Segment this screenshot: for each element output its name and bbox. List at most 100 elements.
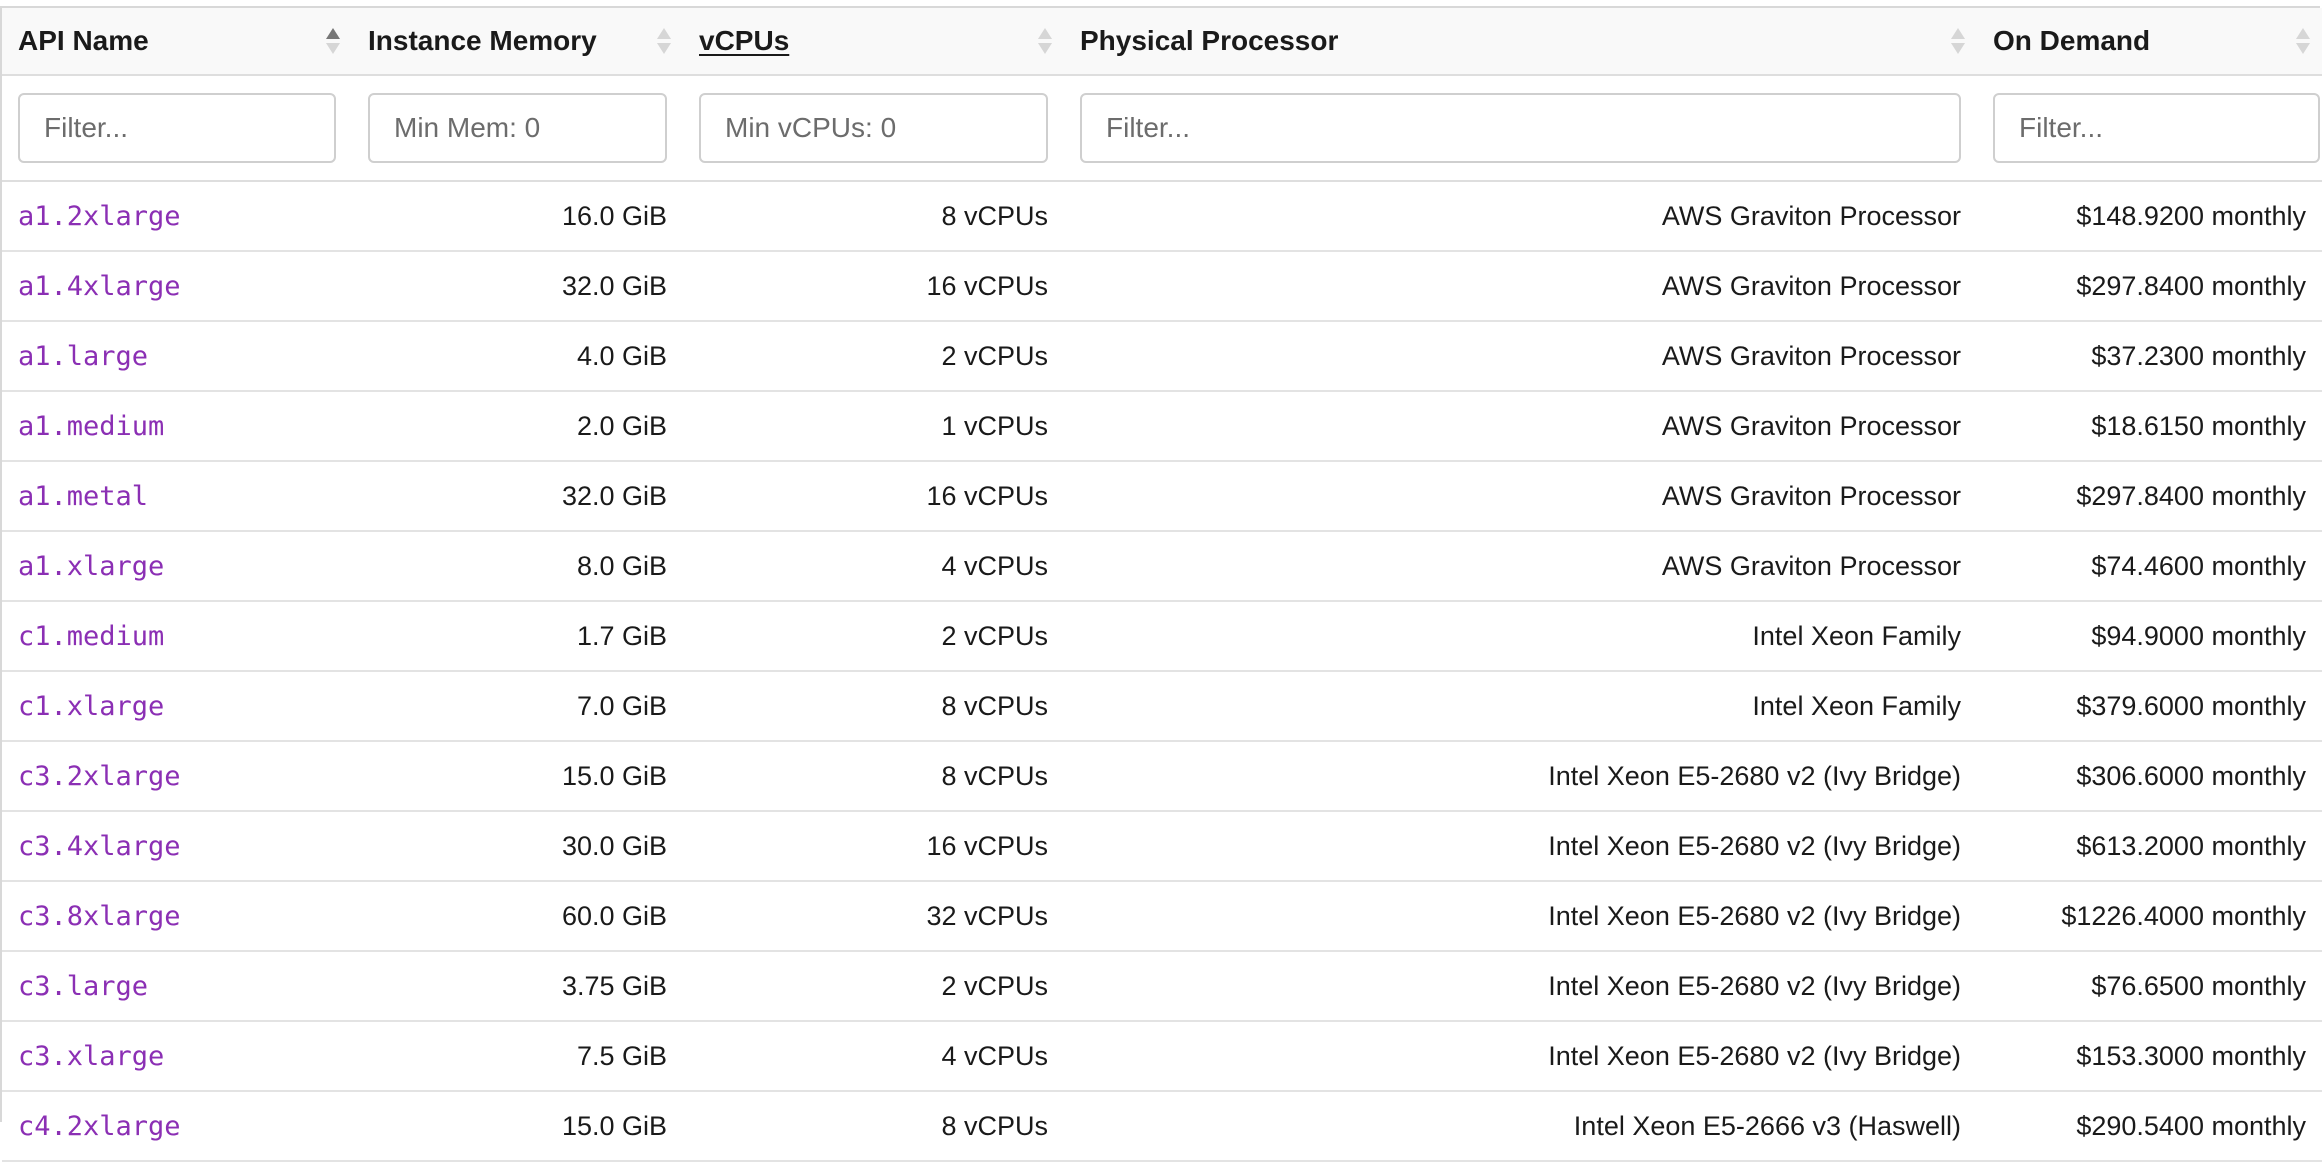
processor-filter-input[interactable] <box>1080 93 1961 163</box>
table-row[interactable]: c1.medium 1.7 GiB 2 vCPUs Intel Xeon Family… <box>2 601 2322 672</box>
processor-cell: Intel Xeon E5-2680 v2 (Ivy Bridge) <box>1064 881 1977 952</box>
column-header-on-demand[interactable]: On Demand <box>1977 8 2322 76</box>
memory-cell: 4.0 GiB <box>352 321 683 392</box>
api-name-cell: a1.large <box>2 321 352 392</box>
api-name-filter-input[interactable] <box>18 93 336 163</box>
vcpus-cell: 2 vCPUs <box>683 951 1064 1022</box>
processor-cell: AWS Graviton Processor <box>1064 531 1977 602</box>
vcpus-cell: 4 vCPUs <box>683 1021 1064 1092</box>
vcpus-cell: 16 vCPUs <box>683 251 1064 322</box>
instance-link[interactable]: a1.medium <box>18 411 164 442</box>
api-name-cell: c3.large <box>2 951 352 1022</box>
table-row[interactable]: a1.2xlarge 16.0 GiB 8 vCPUs AWS Graviton Pr… <box>2 181 2322 252</box>
memory-cell: 60.0 GiB <box>352 881 683 952</box>
column-header-label: API Name <box>18 25 149 56</box>
memory-cell: 2.0 GiB <box>352 391 683 462</box>
instance-link[interactable]: c3.large <box>18 971 148 1002</box>
vcpus-cell: 8 vCPUs <box>683 741 1064 812</box>
table-row[interactable]: c3.xlarge 7.5 GiB 4 vCPUs Intel Xeon E5-268… <box>2 1021 2322 1092</box>
instance-link[interactable]: a1.xlarge <box>18 551 164 582</box>
table-row[interactable]: c1.xlarge 7.0 GiB 8 vCPUs Intel Xeon Family… <box>2 671 2322 742</box>
processor-cell: AWS Graviton Processor <box>1064 461 1977 532</box>
sort-ascending-icon <box>326 28 340 54</box>
table-row[interactable]: a1.medium 2.0 GiB 1 vCPUs AWS Graviton Proc… <box>2 391 2322 462</box>
sort-icon <box>2296 28 2310 54</box>
table-row[interactable]: c3.8xlarge 60.0 GiB 32 vCPUs Intel Xeon E5-… <box>2 881 2322 952</box>
instance-link[interactable]: c3.xlarge <box>18 1041 164 1072</box>
table-row[interactable]: a1.xlarge 8.0 GiB 4 vCPUs AWS Graviton Proc… <box>2 531 2322 602</box>
on-demand-price-cell: $297.8400 monthly <box>1977 251 2322 322</box>
instance-link[interactable]: c3.2xlarge <box>18 761 181 792</box>
on-demand-price-cell: $1226.4000 monthly <box>1977 881 2322 952</box>
sort-icon <box>1951 28 1965 54</box>
table-row[interactable]: c4.2xlarge 15.0 GiB 8 vCPUs Intel Xeon E5-2… <box>2 1091 2322 1162</box>
memory-cell: 32.0 GiB <box>352 461 683 532</box>
memory-cell: 7.0 GiB <box>352 671 683 742</box>
column-header-instance-memory[interactable]: Instance Memory <box>352 8 683 76</box>
processor-cell: Intel Xeon Family <box>1064 601 1977 672</box>
vcpus-cell: 32 vCPUs <box>683 881 1064 952</box>
processor-cell: AWS Graviton Processor <box>1064 181 1977 252</box>
on-demand-filter-input[interactable] <box>1993 93 2320 163</box>
column-header-label: Physical Processor <box>1080 25 1339 56</box>
on-demand-price-cell: $306.6000 monthly <box>1977 741 2322 812</box>
instance-link[interactable]: a1.large <box>18 341 148 372</box>
instance-link[interactable]: a1.2xlarge <box>18 201 181 232</box>
on-demand-price-cell: $37.2300 monthly <box>1977 321 2322 392</box>
memory-cell: 3.75 GiB <box>352 951 683 1022</box>
sort-icon <box>1038 28 1052 54</box>
table-row[interactable]: c3.2xlarge 15.0 GiB 8 vCPUs Intel Xeon E5-2… <box>2 741 2322 812</box>
instance-link[interactable]: c4.2xlarge <box>18 1111 181 1142</box>
instance-link[interactable]: a1.4xlarge <box>18 271 181 302</box>
table-row[interactable]: c3.4xlarge 30.0 GiB 16 vCPUs Intel Xeon E5-… <box>2 811 2322 882</box>
table-body: a1.2xlarge 16.0 GiB 8 vCPUs AWS Graviton Pr… <box>2 75 2322 1162</box>
vcpus-cell: 8 vCPUs <box>683 1091 1064 1162</box>
min-vcpus-filter-input[interactable] <box>699 93 1048 163</box>
table-row[interactable]: c3.large 3.75 GiB 2 vCPUs Intel Xeon E5-268… <box>2 951 2322 1022</box>
api-name-cell: a1.metal <box>2 461 352 532</box>
table-row[interactable]: a1.metal 32.0 GiB 16 vCPUs AWS Graviton Pro… <box>2 461 2322 532</box>
column-header-label: vCPUs <box>699 25 790 56</box>
on-demand-price-cell: $74.4600 monthly <box>1977 531 2322 602</box>
column-header-vcpus[interactable]: vCPUs <box>683 8 1064 76</box>
processor-cell: AWS Graviton Processor <box>1064 251 1977 322</box>
processor-cell: AWS Graviton Processor <box>1064 321 1977 392</box>
memory-cell: 1.7 GiB <box>352 601 683 672</box>
on-demand-price-cell: $290.5400 monthly <box>1977 1091 2322 1162</box>
processor-cell: AWS Graviton Processor <box>1064 391 1977 462</box>
instance-link[interactable]: a1.metal <box>18 481 148 512</box>
min-memory-filter-input[interactable] <box>368 93 667 163</box>
memory-cell: 15.0 GiB <box>352 1091 683 1162</box>
instance-link[interactable]: c1.xlarge <box>18 691 164 722</box>
instance-link[interactable]: c1.medium <box>18 621 164 652</box>
column-header-physical-processor[interactable]: Physical Processor <box>1064 8 1977 76</box>
api-name-cell: c1.medium <box>2 601 352 672</box>
processor-cell: Intel Xeon E5-2680 v2 (Ivy Bridge) <box>1064 741 1977 812</box>
api-name-cell: a1.4xlarge <box>2 251 352 322</box>
processor-cell: Intel Xeon E5-2680 v2 (Ivy Bridge) <box>1064 1021 1977 1092</box>
api-name-cell: c3.8xlarge <box>2 881 352 952</box>
on-demand-price-cell: $148.9200 monthly <box>1977 181 2322 252</box>
processor-cell: Intel Xeon E5-2680 v2 (Ivy Bridge) <box>1064 811 1977 882</box>
on-demand-price-cell: $18.6150 monthly <box>1977 391 2322 462</box>
processor-cell: Intel Xeon E5-2680 v2 (Ivy Bridge) <box>1064 951 1977 1022</box>
vcpus-cell: 2 vCPUs <box>683 601 1064 672</box>
column-header-label: Instance Memory <box>368 25 597 56</box>
on-demand-price-cell: $297.8400 monthly <box>1977 461 2322 532</box>
vcpus-cell: 16 vCPUs <box>683 461 1064 532</box>
memory-cell: 16.0 GiB <box>352 181 683 252</box>
api-name-cell: a1.xlarge <box>2 531 352 602</box>
sort-icon <box>657 28 671 54</box>
on-demand-price-cell: $379.6000 monthly <box>1977 671 2322 742</box>
api-name-cell: c1.xlarge <box>2 671 352 742</box>
table-row[interactable]: a1.large 4.0 GiB 2 vCPUs AWS Graviton Proce… <box>2 321 2322 392</box>
column-header-api-name[interactable]: API Name <box>2 8 352 76</box>
api-name-cell: c4.2xlarge <box>2 1091 352 1162</box>
memory-cell: 32.0 GiB <box>352 251 683 322</box>
table-row[interactable]: a1.4xlarge 32.0 GiB 16 vCPUs AWS Graviton P… <box>2 251 2322 322</box>
instance-link[interactable]: c3.4xlarge <box>18 831 181 862</box>
processor-cell: Intel Xeon E5-2666 v3 (Haswell) <box>1064 1091 1977 1162</box>
api-name-cell: c3.2xlarge <box>2 741 352 812</box>
vcpus-cell: 2 vCPUs <box>683 321 1064 392</box>
instance-link[interactable]: c3.8xlarge <box>18 901 181 932</box>
